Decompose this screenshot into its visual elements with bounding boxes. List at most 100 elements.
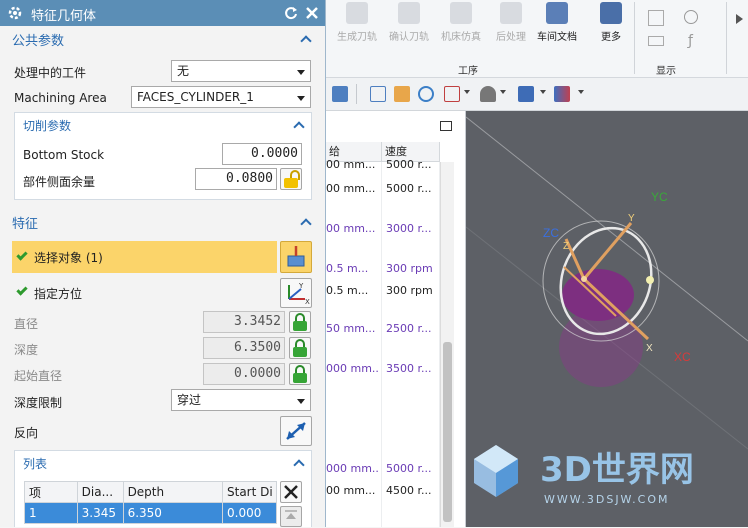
dialog-title: 特征几何体	[31, 9, 97, 24]
feature-header[interactable]: 特征	[0, 212, 318, 237]
section-view-icon[interactable]	[554, 86, 570, 102]
orient-view-icon[interactable]	[444, 86, 460, 102]
generate-toolpath-button[interactable]: 生成刀轨	[332, 0, 382, 46]
workpiece-value: 无	[177, 64, 190, 78]
display-icon-1[interactable]	[648, 10, 664, 26]
watermark-logo	[474, 445, 518, 497]
list-col-item[interactable]: 项	[24, 481, 78, 503]
group-label-display: 显示	[656, 66, 676, 77]
x-label: X	[646, 343, 653, 354]
depth-limit-select[interactable]: 穿过	[171, 389, 311, 411]
origin-point	[581, 276, 587, 282]
diameter-input[interactable]: 3.3452	[203, 311, 285, 333]
op-cell-feed: 000 mm...	[326, 462, 380, 475]
list-col-diameter[interactable]: Dia...	[76, 481, 124, 503]
maximize-icon[interactable]	[440, 121, 452, 131]
select-object-row[interactable]: 选择对象 (1)	[12, 241, 277, 273]
list-col-start-dia[interactable]: Start Di	[222, 481, 277, 503]
common-params-title: 公共参数	[12, 34, 65, 49]
op-cell-feed: 0.5 m...	[326, 262, 369, 275]
feature-geometry-dialog: 特征几何体 公共参数 处理中的工件 无 Machining Area FACES…	[0, 0, 326, 527]
graphics-viewport[interactable]: YC ZC XC Y Z X 3D世界网 WWW.3DSJW.COM	[466, 111, 748, 527]
start-diameter-lock-button[interactable]	[289, 363, 311, 385]
specify-orientation-button[interactable]: Y X	[280, 278, 312, 308]
list-col-depth[interactable]: Depth	[122, 481, 224, 503]
postprocess-button[interactable]: 后处理	[486, 0, 536, 46]
workpiece-label: 处理中的工件	[14, 66, 87, 80]
depth-input[interactable]: 6.3500	[203, 337, 285, 359]
csys-icon: Y X	[288, 282, 310, 306]
bottom-stock-input[interactable]: 0.0000	[222, 143, 302, 165]
toolpath-icon	[346, 2, 368, 24]
postprocess-icon	[500, 2, 522, 24]
depth-lock-button[interactable]	[289, 337, 311, 359]
bottom-stock-label: Bottom Stock	[23, 148, 105, 162]
list-cell-start-dia: 0.000	[222, 502, 277, 524]
rotate-icon[interactable]	[418, 86, 434, 102]
close-icon[interactable]	[305, 6, 319, 20]
dropdown-arrow-icon[interactable]	[578, 90, 584, 94]
curve-icon[interactable]: ƒ	[688, 33, 693, 49]
unlock-icon	[282, 169, 300, 189]
lock-icon	[291, 338, 309, 358]
dropdown-arrow-icon[interactable]	[500, 90, 506, 94]
dropdown-arrow-icon[interactable]	[540, 90, 546, 94]
cylinder-top	[562, 269, 634, 321]
op-cell-speed: 300 rpm	[386, 284, 433, 297]
verify-toolpath-button[interactable]: 确认刀轨	[384, 0, 434, 46]
list-row[interactable]: 1 3.345 6.350 0.000	[24, 502, 277, 524]
op-cell-speed: 5000 r...	[386, 158, 432, 171]
depth-label: 深度	[14, 343, 39, 357]
workpiece-select[interactable]: 无	[171, 60, 311, 82]
op-cell-feed: 00 mm...	[326, 158, 376, 171]
collapse-icon[interactable]	[293, 459, 305, 471]
side-stock-lock-button[interactable]	[280, 168, 302, 190]
collapse-icon[interactable]	[300, 218, 312, 230]
cube-shade-icon[interactable]	[518, 86, 534, 102]
scrollbar-thumb[interactable]	[443, 342, 452, 522]
ribbon-separator	[634, 2, 635, 74]
zoom-window-icon[interactable]	[394, 86, 410, 102]
chevron-down-icon	[297, 70, 305, 75]
cube-view-icon[interactable]	[332, 86, 348, 102]
table-scrollbar[interactable]	[440, 162, 454, 527]
specify-orientation-label: 指定方位	[34, 287, 83, 301]
common-params-header[interactable]: 公共参数	[0, 29, 318, 54]
dropdown-arrow-icon[interactable]	[464, 90, 470, 94]
diameter-lock-button[interactable]	[289, 311, 311, 333]
move-up-button[interactable]	[280, 506, 302, 527]
zoom-fit-icon[interactable]	[370, 86, 386, 102]
gear-icon	[8, 6, 22, 20]
reverse-direction-button[interactable]	[280, 416, 312, 446]
display-icon-2[interactable]	[684, 10, 698, 24]
more-button[interactable]: 更多	[586, 0, 636, 46]
watermark-url-text: WWW.3DSJW.COM	[544, 493, 670, 506]
delete-icon	[284, 485, 298, 499]
collapse-icon[interactable]	[293, 121, 305, 133]
reset-icon[interactable]	[284, 6, 298, 20]
machining-area-label: Machining Area	[14, 91, 107, 105]
side-stock-input[interactable]: 0.0800	[195, 168, 277, 190]
toolbar-separator	[356, 84, 357, 104]
op-cell-speed: 2500 r...	[386, 322, 432, 335]
select-object-button[interactable]	[280, 241, 312, 273]
reverse-label: 反向	[14, 426, 39, 440]
start-diameter-input[interactable]: 0.0000	[203, 363, 285, 385]
shop-document-button[interactable]: 车间文档	[532, 0, 582, 46]
op-cell-speed: 300 rpm	[386, 262, 433, 275]
cutting-params-group: 切削参数 Bottom Stock 0.0000 部件侧面余量 0.0800	[14, 112, 312, 200]
render-style-icon[interactable]	[480, 86, 496, 102]
play-icon[interactable]	[736, 14, 743, 24]
machining-area-select[interactable]: FACES_CYLINDER_1	[131, 86, 311, 108]
list-header-row: 项 Dia... Depth Start Di	[24, 481, 277, 503]
more-icon	[600, 2, 622, 24]
list-cell-diameter: 3.345	[76, 502, 124, 524]
rotation-handle[interactable]	[646, 276, 654, 284]
display-icon-3[interactable]	[648, 36, 664, 46]
depth-limit-value: 穿过	[177, 393, 202, 407]
op-cell-feed: 50 mm...	[326, 322, 376, 335]
machine-simulation-button[interactable]: 机床仿真	[436, 0, 486, 46]
op-cell-speed: 5000 r...	[386, 182, 432, 195]
delete-row-button[interactable]	[280, 481, 302, 503]
collapse-icon[interactable]	[300, 35, 312, 47]
